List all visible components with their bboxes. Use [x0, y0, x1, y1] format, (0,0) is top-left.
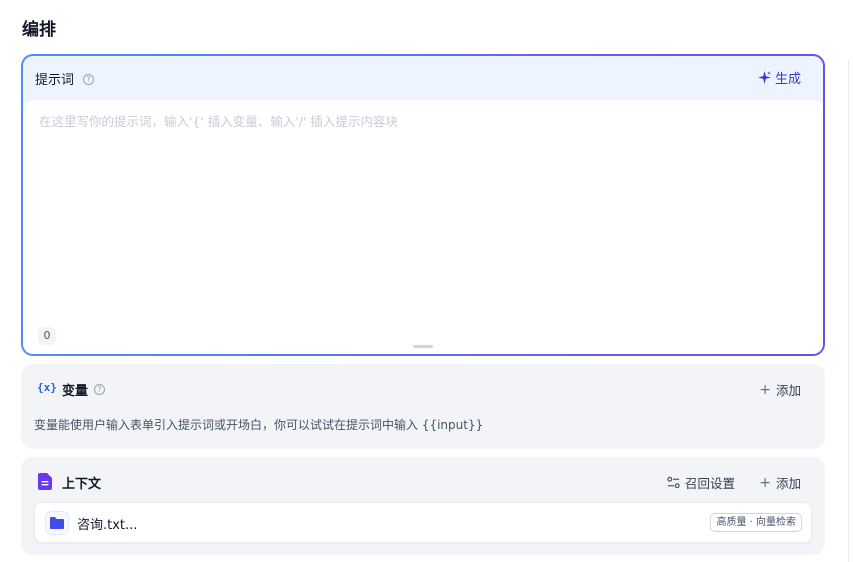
dataset-icon-wrap — [45, 511, 69, 535]
context-title: 上下文 — [62, 477, 102, 492]
generate-label: 生成 — [774, 72, 801, 87]
prompt-placeholder: 在这里写你的提示词，输入'{' 插入变量、输入'/' 插入提示内容块 — [39, 114, 398, 129]
add-variable-button[interactable]: + 添加 — [759, 380, 801, 399]
sparkle-icon — [757, 71, 771, 84]
dataset-mode-badge: 高质量 · 向量检索 — [710, 513, 802, 532]
prompt-header: 提示词 ? 生成 — [23, 56, 823, 100]
char-count-badge: 0 — [38, 327, 56, 345]
context-card: 上下文 召回设置 + 添加 咨询.txt... 高质量 · 向量检索 — [21, 457, 825, 555]
resize-handle[interactable] — [413, 345, 433, 348]
variables-title: 变量 — [62, 384, 89, 399]
prompt-editor[interactable]: 在这里写你的提示词，输入'{' 插入变量、输入'/' 插入提示内容块 0 — [23, 100, 823, 354]
variables-description: 变量能使用户输入表单引入提示词或开场白，你可以试试在提示词中输入 {{input… — [34, 418, 484, 432]
add-context-label: 添加 — [775, 476, 801, 491]
settings-sliders-icon — [667, 476, 680, 489]
recall-settings-label: 召回设置 — [684, 476, 735, 491]
plus-icon: + — [759, 474, 771, 491]
panel-divider — [848, 60, 849, 562]
folder-icon — [50, 517, 64, 529]
plus-icon: + — [759, 381, 771, 398]
variables-card: {x} 变量 ? + 添加 变量能使用户输入表单引入提示词或开场白，你可以试试在… — [21, 364, 825, 449]
dataset-name: 咨询.txt... — [77, 518, 138, 533]
add-variable-label: 添加 — [775, 383, 801, 398]
generate-button[interactable]: 生成 — [757, 68, 801, 87]
prompt-card: 提示词 ? 生成 在这里写你的提示词，输入'{' 插入变量、输入'/' 插入提示… — [21, 54, 825, 356]
help-circle-icon[interactable]: ? — [83, 74, 94, 85]
prompt-title: 提示词 — [35, 73, 75, 88]
recall-settings-button[interactable]: 召回设置 — [667, 473, 735, 492]
help-circle-icon[interactable]: ? — [94, 384, 105, 395]
add-context-button[interactable]: + 添加 — [759, 473, 801, 492]
page-title: 编排 — [22, 20, 56, 40]
dataset-item[interactable]: 咨询.txt... 高质量 · 向量检索 — [34, 502, 812, 543]
variable-braces-icon: {x} — [37, 381, 57, 394]
prompt-card-inner: 提示词 ? 生成 在这里写你的提示词，输入'{' 插入变量、输入'/' 插入提示… — [23, 56, 823, 354]
document-icon — [38, 473, 52, 490]
